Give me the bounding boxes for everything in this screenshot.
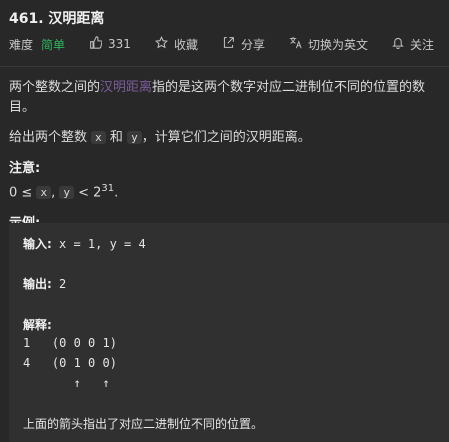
difficulty: 难度 简单	[9, 36, 65, 53]
follow-button[interactable]: 关注	[392, 36, 434, 53]
note-code-x: x	[36, 186, 52, 200]
like-button[interactable]: 331	[89, 36, 131, 52]
problem-meta-bar: 难度 简单 331 收藏 分享 切换为英文 关注	[9, 35, 449, 53]
favorite-button[interactable]: 收藏	[154, 35, 198, 53]
note-code-y: y	[59, 186, 74, 200]
description-paragraph-1: 两个整数之间的汉明距离指的是这两个数字对应二进制位不同的位置的数目。	[9, 80, 426, 115]
translate-icon	[289, 36, 302, 52]
note-constraint: 0 ≤ x, y < 231.	[9, 183, 119, 201]
favorite-label: 收藏	[173, 37, 198, 52]
follow-label: 关注	[409, 37, 434, 52]
example-output-line: 输出: 2	[23, 277, 67, 291]
code-x: x	[91, 131, 106, 144]
difficulty-label: 难度	[9, 37, 34, 52]
example-code-block: 输入: x = 1, y = 4 输出: 2 解释: 1 (0 0 0 1) 4…	[9, 223, 449, 442]
example-footer: 上面的箭头指出了对应二进制位不同的位置。	[23, 417, 264, 431]
like-count: 331	[108, 37, 131, 51]
example-row-2: 4 (0 1 0 0)	[23, 356, 117, 370]
share-label: 分享	[240, 37, 265, 52]
problem-description: 两个整数之间的汉明距离指的是这两个数字对应二进制位不同的位置的数目。 给出两个整…	[9, 78, 445, 234]
example-explain-label: 解释:	[23, 318, 52, 332]
share-icon	[222, 36, 235, 52]
hamming-distance-link[interactable]: 汉明距离	[100, 80, 152, 95]
example-input-line: 输入: x = 1, y = 4	[23, 237, 146, 251]
difficulty-value: 简单	[41, 37, 66, 52]
star-icon	[154, 35, 169, 52]
switch-language-label: 切换为英文	[307, 37, 368, 52]
example-arrows: ↑ ↑	[23, 376, 110, 390]
share-button[interactable]: 分享	[222, 36, 265, 53]
description-paragraph-2: 给出两个整数 x 和 y ，计算它们之间的汉明距离。	[9, 130, 311, 145]
code-y: y	[127, 131, 142, 144]
switch-language-button[interactable]: 切换为英文	[289, 36, 368, 53]
problem-title: 461. 汉明距离	[9, 11, 105, 27]
problem-header: 461. 汉明距离 难度 简单 331 收藏 分享 切换为英文 关注	[0, 0, 449, 67]
note-title: 注意:	[9, 161, 41, 176]
example-row-1: 1 (0 0 0 1)	[23, 336, 117, 350]
thumbs-up-icon	[89, 36, 103, 52]
bell-icon	[392, 36, 404, 52]
